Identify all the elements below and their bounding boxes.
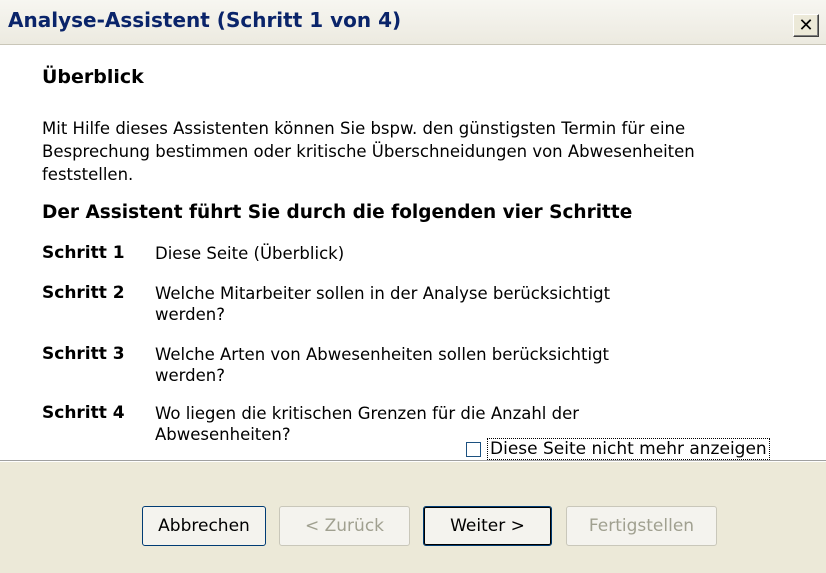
step-line: Welche Arten von Abwesenheiten sollen be…	[155, 345, 610, 364]
cancel-button[interactable]: Abbrechen	[142, 506, 266, 546]
intro-line: Besprechung bestimmen oder kritische Übe…	[42, 142, 695, 161]
title-bar: Analyse-Assistent (Schritt 1 von 4) ✕	[0, 0, 826, 45]
step-1-text: Diese Seite (Überblick)	[155, 243, 715, 264]
back-button[interactable]: < Zurück	[279, 506, 410, 546]
dont-show-again-label[interactable]: Diese Seite nicht mehr anzeigen	[487, 438, 770, 460]
step-4-label: Schritt 4	[42, 403, 125, 423]
step-line: Welche Mitarbeiter sollen in der Analyse…	[155, 284, 611, 303]
intro-line: Mit Hilfe dieses Assistenten können Sie …	[42, 119, 686, 138]
step-line: Diese Seite (Überblick)	[155, 244, 345, 263]
wizard-content: Überblick Mit Hilfe dieses Assistenten k…	[0, 45, 826, 460]
step-2-label: Schritt 2	[42, 283, 125, 303]
window-title: Analyse-Assistent (Schritt 1 von 4)	[8, 8, 402, 32]
page-heading: Überblick	[42, 66, 144, 88]
intro-text: Mit Hilfe dieses Assistenten können Sie …	[42, 117, 802, 186]
step-line: werden?	[155, 305, 225, 324]
next-button[interactable]: Weiter >	[423, 506, 552, 546]
close-icon: ✕	[798, 14, 814, 36]
step-1-label: Schritt 1	[42, 243, 125, 263]
step-line: Wo liegen die kritischen Grenzen für die…	[155, 404, 580, 423]
dont-show-again-option[interactable]: Diese Seite nicht mehr anzeigen	[466, 438, 770, 460]
steps-heading: Der Assistent führt Sie durch die folgen…	[42, 202, 633, 223]
step-2-text: Welche Mitarbeiter sollen in der Analyse…	[155, 283, 715, 325]
step-line: werden?	[155, 366, 225, 385]
dont-show-again-checkbox[interactable]	[466, 441, 481, 457]
finish-button[interactable]: Fertigstellen	[566, 506, 717, 546]
close-button[interactable]: ✕	[793, 14, 819, 37]
button-bar: Abbrechen < Zurück Weiter > Fertigstelle…	[0, 462, 826, 573]
intro-line: feststellen.	[42, 165, 134, 184]
step-3-text: Welche Arten von Abwesenheiten sollen be…	[155, 344, 715, 386]
step-3-label: Schritt 3	[42, 344, 125, 364]
